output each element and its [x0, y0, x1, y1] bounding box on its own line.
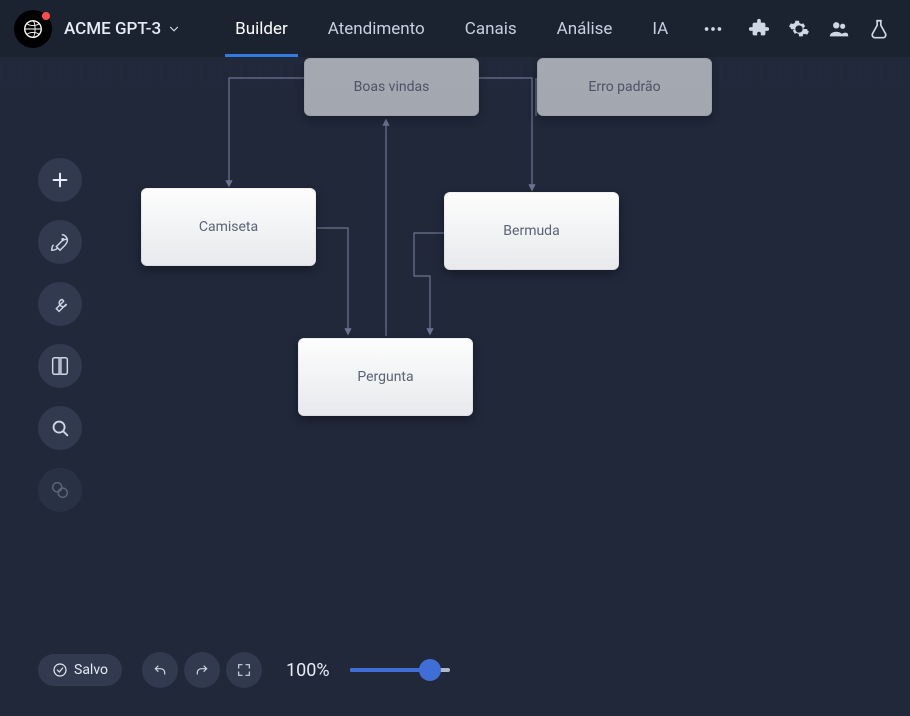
- flow-node-bermuda[interactable]: Bermuda: [444, 192, 619, 270]
- flow-node-boas-vindas[interactable]: Boas vindas: [304, 58, 479, 116]
- tools-button[interactable]: [38, 282, 82, 326]
- history-controls: [142, 652, 262, 688]
- redo-button[interactable]: [184, 652, 220, 688]
- node-label: Camiseta: [199, 219, 258, 235]
- team-button[interactable]: [828, 18, 850, 40]
- zoom-slider[interactable]: [350, 668, 450, 672]
- chevron-down-icon: [167, 22, 181, 36]
- undo-button[interactable]: [142, 652, 178, 688]
- node-label: Pergunta: [357, 369, 413, 385]
- redo-icon: [194, 662, 210, 678]
- check-circle-icon: [52, 662, 68, 678]
- header-actions: [748, 18, 890, 40]
- project-selector[interactable]: ACME GPT-3: [64, 19, 181, 39]
- more-horizontal-icon: [702, 18, 724, 40]
- top-header: ACME GPT-3 Builder Atendimento Canais An…: [0, 0, 910, 58]
- zoom-percent-label: 100%: [286, 660, 330, 681]
- tab-label: Atendimento: [328, 19, 425, 39]
- publish-button[interactable]: [38, 220, 82, 264]
- team-icon: [828, 18, 850, 40]
- save-status-label: Salvo: [74, 662, 108, 678]
- flow-node-camiseta[interactable]: Camiseta: [141, 188, 316, 266]
- main-tabs: Builder Atendimento Canais Análise IA: [215, 0, 738, 57]
- tab-label: Builder: [235, 19, 288, 39]
- add-node-button[interactable]: [38, 158, 82, 202]
- save-status: Salvo: [38, 654, 122, 686]
- undo-icon: [152, 662, 168, 678]
- flow-canvas[interactable]: Boas vindas Erro padrão Camiseta Bermuda…: [0, 58, 910, 716]
- beta-button[interactable]: [868, 18, 890, 40]
- canvas-bottom-bar: Salvo 100%: [38, 652, 450, 688]
- tab-atendimento[interactable]: Atendimento: [308, 0, 445, 57]
- tab-more[interactable]: [688, 0, 738, 57]
- zoom-slider-fill: [350, 668, 430, 672]
- book-icon: [49, 355, 71, 377]
- gear-icon: [788, 18, 810, 40]
- node-label: Boas vindas: [354, 79, 430, 95]
- fit-view-button[interactable]: [226, 652, 262, 688]
- plus-icon: [49, 169, 71, 191]
- tab-canais[interactable]: Canais: [445, 0, 537, 57]
- wrench-icon: [49, 293, 71, 315]
- search-icon: [49, 417, 71, 439]
- tab-label: IA: [652, 19, 668, 39]
- versions-icon: [49, 479, 71, 501]
- settings-button[interactable]: [788, 18, 810, 40]
- tab-label: Canais: [465, 19, 517, 39]
- extensions-button[interactable]: [748, 18, 770, 40]
- canvas-sidebar: [38, 216, 82, 512]
- project-name-label: ACME GPT-3: [64, 19, 161, 39]
- tab-ia[interactable]: IA: [632, 0, 688, 57]
- flow-node-pergunta[interactable]: Pergunta: [298, 338, 473, 416]
- zoom-slider-knob[interactable]: [419, 659, 441, 681]
- tab-builder[interactable]: Builder: [215, 0, 308, 57]
- node-label: Erro padrão: [588, 79, 660, 95]
- tab-label: Análise: [557, 19, 613, 39]
- flask-icon: [868, 18, 890, 40]
- logo[interactable]: [14, 10, 52, 48]
- tab-analise[interactable]: Análise: [537, 0, 633, 57]
- puzzle-icon: [748, 18, 770, 40]
- flow-node-erro-padrao[interactable]: Erro padrão: [537, 58, 712, 116]
- versions-button[interactable]: [38, 468, 82, 512]
- fullscreen-icon: [236, 662, 252, 678]
- search-button[interactable]: [38, 406, 82, 450]
- docs-button[interactable]: [38, 344, 82, 388]
- logo-icon: [22, 18, 44, 40]
- node-label: Bermuda: [503, 223, 559, 239]
- rocket-icon: [49, 231, 71, 253]
- notification-dot-icon: [42, 12, 50, 20]
